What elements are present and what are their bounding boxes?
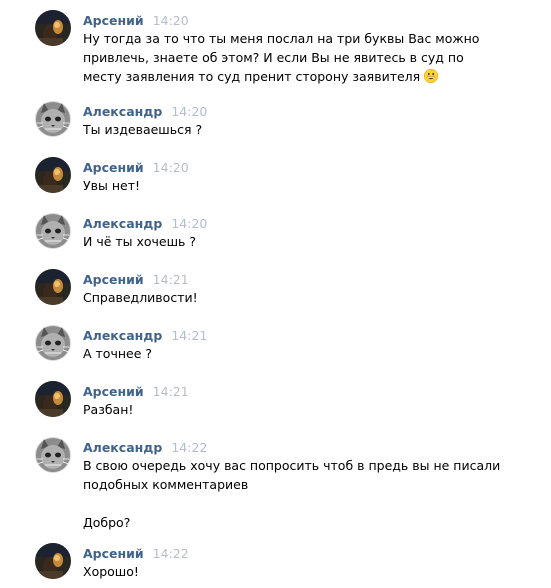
message-text: Ты издеваешься ? <box>83 120 523 139</box>
avatar-arseniy[interactable] <box>35 10 71 46</box>
author-name[interactable]: Арсений <box>83 160 144 175</box>
avatar-arseniy[interactable] <box>35 381 71 417</box>
message-line: привлечь, знаете об этом? И если Вы не я… <box>83 50 464 65</box>
author-name[interactable]: Арсений <box>83 272 144 287</box>
message-text: Увы нет! <box>83 176 523 195</box>
grinning-face-emoji-icon <box>424 68 439 84</box>
avatar-aleksandr[interactable] <box>35 325 71 361</box>
message-line: Добро? <box>83 515 131 530</box>
message-line: Ну тогда за то что ты меня послал на три… <box>83 31 480 46</box>
timestamp: 14:21 <box>171 328 208 343</box>
message-line: подобных комментариев <box>83 477 249 492</box>
timestamp: 14:20 <box>152 13 189 28</box>
timestamp: 14:22 <box>171 440 208 455</box>
message-line: Хорошо! <box>83 564 139 579</box>
timestamp: 14:20 <box>171 216 208 231</box>
author-name[interactable]: Арсений <box>83 546 144 561</box>
timestamp: 14:20 <box>171 104 208 119</box>
message-line: И чё ты хочешь ? <box>83 234 197 249</box>
author-name[interactable]: Александр <box>83 216 162 231</box>
message-line: А точнее ? <box>83 346 153 361</box>
message-text: В свою очередь хочу вас попросить чтоб в… <box>83 456 523 532</box>
avatar-arseniy[interactable] <box>35 543 71 579</box>
message-text: Разбан! <box>83 400 523 419</box>
chat-history: Арсений 14:20 Ну тогда за то что ты меня … <box>0 0 551 588</box>
message-line: Увы нет! <box>83 178 140 193</box>
message-line: Разбан! <box>83 402 134 417</box>
avatar-aleksandr[interactable] <box>35 101 71 137</box>
timestamp: 14:21 <box>152 272 189 287</box>
timestamp: 14:20 <box>152 160 189 175</box>
message-line: В свою очередь хочу вас попросить чтоб в… <box>83 458 501 473</box>
message-text: А точнее ? <box>83 344 523 363</box>
message-text: Справедливости! <box>83 288 523 307</box>
author-name[interactable]: Александр <box>83 328 162 343</box>
message-text: Ну тогда за то что ты меня послал на три… <box>83 29 523 86</box>
timestamp: 14:22 <box>152 546 189 561</box>
message-line: Справедливости! <box>83 290 198 305</box>
message-line: месту заявления то суд пренит сторону за… <box>83 69 421 84</box>
message-text: И чё ты хочешь ? <box>83 232 523 251</box>
author-name[interactable]: Александр <box>83 440 162 455</box>
author-name[interactable]: Арсений <box>83 384 144 399</box>
message-line-with-emoji: месту заявления то суд пренит сторону за… <box>83 67 523 86</box>
message-text: Хорошо! <box>83 562 523 581</box>
timestamp: 14:21 <box>152 384 189 399</box>
avatar-aleksandr[interactable] <box>35 437 71 473</box>
avatar-aleksandr[interactable] <box>35 213 71 249</box>
avatar-arseniy[interactable] <box>35 269 71 305</box>
avatar-arseniy[interactable] <box>35 157 71 193</box>
author-name[interactable]: Александр <box>83 104 162 119</box>
message-line: Ты издеваешься ? <box>83 122 203 137</box>
author-name[interactable]: Арсений <box>83 13 144 28</box>
